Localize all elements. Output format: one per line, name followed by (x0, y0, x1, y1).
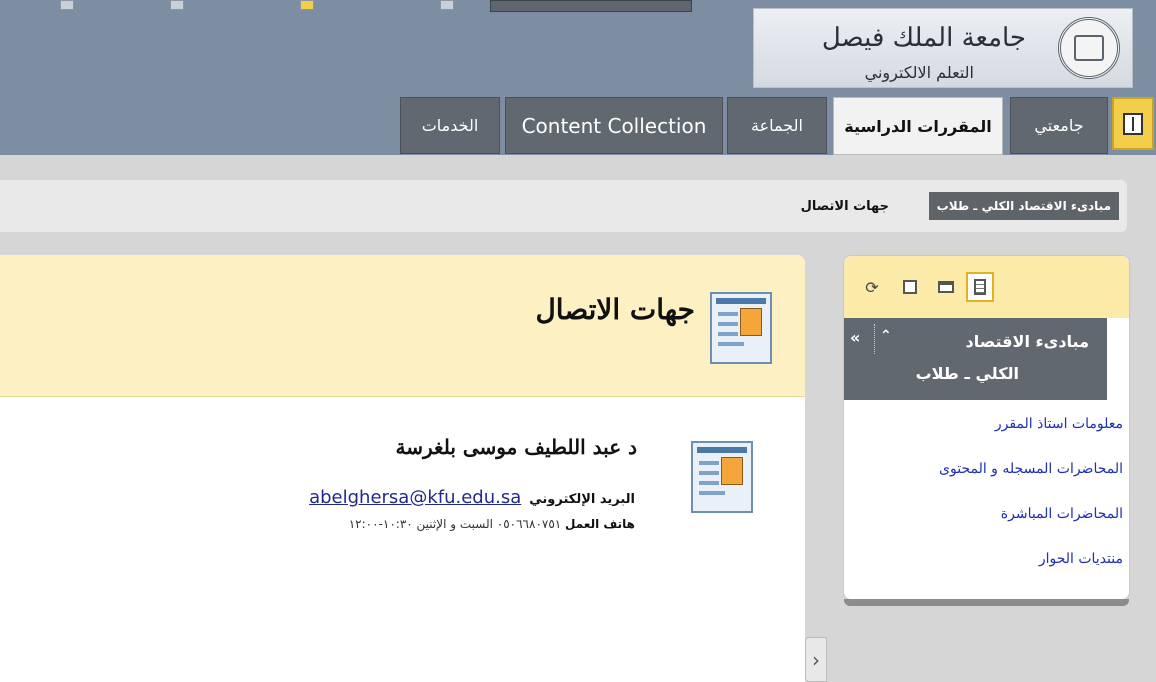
menu-link-recorded-lectures[interactable]: المحاضرات المسجله و المحتوى (939, 461, 1123, 506)
contact-email-row: البريد الإلكتروني abelghersa@kfu.edu.sa (309, 487, 635, 508)
chevron-up-icon[interactable]: ⌃ (880, 328, 892, 344)
list-view-icon[interactable] (966, 272, 994, 302)
collapse-menu-icon[interactable]: » (850, 328, 860, 347)
chevron-right-icon[interactable]: › (805, 637, 827, 682)
top-toolbar (0, 0, 700, 12)
page-title: جهات الاتصال (535, 293, 695, 326)
breadcrumb-current-page: جهات الاتصال (800, 198, 889, 214)
refresh-icon[interactable]: ⟳ (858, 272, 886, 302)
tab-services[interactable]: الخدمات (400, 97, 500, 154)
course-menu-header: » ⌃ مبادىء الاقتصاد الكلي ـ طلاب (844, 318, 1107, 400)
tab-community[interactable]: الجماعة (727, 97, 827, 154)
contact-phone-row: هاتف العمل ٠٥٠٦٦٨٠٧٥١ السبت و الإثنين ١٠… (349, 517, 635, 531)
expand-collapse-icon[interactable] (1112, 97, 1154, 150)
menu-link-live-lectures[interactable]: المحاضرات المباشرة (939, 506, 1123, 551)
toolbar-icon[interactable] (300, 0, 314, 10)
content-title-bar: جهات الاتصال (0, 255, 805, 397)
breadcrumb-course[interactable]: مبادىء الاقتصاد الكلي ـ طلاب (928, 192, 1119, 220)
tab-my-university[interactable]: جامعتي (1010, 97, 1108, 154)
university-subtitle: التعلم الالكتروني (864, 63, 974, 82)
course-menu-footer (844, 599, 1129, 606)
course-menu: ⟳ » ⌃ مبادىء الاقتصاد الكلي ـ طلاب معلوم… (843, 255, 1130, 606)
menu-link-discussion-forums[interactable]: منتديات الحوار (939, 551, 1123, 596)
university-seal-icon (1058, 17, 1120, 79)
toolbar-icon[interactable] (440, 0, 454, 10)
contact-card-icon (710, 292, 772, 364)
phone-label: هاتف العمل (565, 517, 635, 531)
toolbar-user-box[interactable] (490, 0, 692, 12)
email-link[interactable]: abelghersa@kfu.edu.sa (309, 487, 521, 508)
course-menu-links: معلومات استاذ المقرر المحاضرات المسجله و… (939, 416, 1123, 596)
window-icon[interactable] (896, 272, 924, 302)
email-label: البريد الإلكتروني (529, 492, 635, 507)
breadcrumb: مبادىء الاقتصاد الكلي ـ طلاب جهات الاتصا… (0, 180, 1127, 232)
course-title-line2: الكلي ـ طلاب (915, 364, 1019, 383)
course-title-line1: مبادىء الاقتصاد (965, 332, 1089, 351)
tab-courses[interactable]: المقررات الدراسية (833, 97, 1003, 155)
menu-link-instructor-info[interactable]: معلومات استاذ المقرر (939, 416, 1123, 461)
main-tabs: جامعتي المقررات الدراسية الجماعة Content… (0, 97, 1156, 155)
contact-card-icon (691, 441, 753, 513)
university-name: جامعة الملك فيصل (821, 23, 1026, 53)
header: جامعة الملك فيصل التعلم الالكتروني جامعت… (0, 0, 1156, 155)
folder-view-icon[interactable] (932, 272, 960, 302)
toolbar-icon[interactable] (170, 0, 184, 10)
university-logo: جامعة الملك فيصل التعلم الالكتروني (753, 8, 1133, 88)
main-content: جهات الاتصال د عبد اللطيف موسى بلغرسة ال… (0, 255, 805, 682)
course-menu-toolbar: ⟳ (844, 256, 1129, 318)
toolbar-icon[interactable] (60, 0, 74, 10)
separator (874, 324, 875, 354)
phone-value: ٠٥٠٦٦٨٠٧٥١ السبت و الإثنين ١٠:٣٠-١٢:٠٠ (348, 517, 562, 531)
contact-name: د عبد اللطيف موسى بلغرسة (395, 435, 637, 459)
tab-content-collection[interactable]: Content Collection (505, 97, 723, 154)
